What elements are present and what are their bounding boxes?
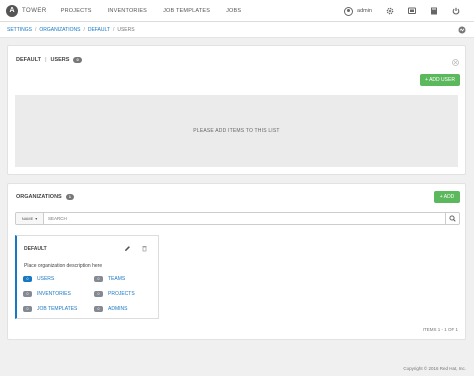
delete-trash-icon[interactable] <box>141 245 148 252</box>
count-badge: 0 <box>23 291 32 297</box>
gear-icon[interactable] <box>386 7 394 15</box>
breadcrumb: SETTINGS / ORGANIZATIONS / DEFAULT / USE… <box>0 22 474 38</box>
add-user-button[interactable]: + ADD USER <box>420 74 460 86</box>
search-icon <box>449 215 456 222</box>
breadcrumb-separator: / <box>35 26 37 33</box>
search-input[interactable] <box>44 213 445 224</box>
title-divider: | <box>44 57 47 63</box>
user-menu[interactable]: admin <box>344 6 372 16</box>
link-label: JOB TEMPLATES <box>37 306 78 312</box>
activity-stream-icon[interactable] <box>458 26 466 34</box>
card-link-admins[interactable]: 0 ADMINS <box>94 306 127 312</box>
search-bar: NAME ▾ <box>15 212 460 225</box>
logo-icon: A <box>6 4 18 17</box>
panel-title: DEFAULT | USERS 0 <box>16 57 82 63</box>
breadcrumb-organizations[interactable]: ORGANIZATIONS <box>39 27 80 33</box>
docs-book-icon[interactable] <box>430 7 438 15</box>
link-label: PROJECTS <box>108 291 135 297</box>
link-label: USERS <box>37 276 55 282</box>
organizations-count-badge: 1 <box>65 194 74 200</box>
count-badge: 0 <box>94 306 103 312</box>
organizations-panel: ORGANIZATIONS 1 + ADD NAME ▾ DEFAULT Pla… <box>7 183 466 340</box>
users-panel: DEFAULT | USERS 0 + ADD USER PLEASE ADD … <box>7 45 466 175</box>
card-link-users[interactable]: 0 USERS <box>23 276 54 282</box>
chevron-down-icon: ▾ <box>35 216 38 221</box>
card-link-projects[interactable]: 0 PROJECTS <box>94 291 135 297</box>
search-field-label: NAME <box>21 216 34 221</box>
logout-icon[interactable] <box>452 7 460 15</box>
card-link-teams[interactable]: 0 TEAMS <box>94 276 125 282</box>
breadcrumb-settings[interactable]: SETTINGS <box>7 27 32 33</box>
close-icon[interactable] <box>452 53 459 66</box>
count-badge: 0 <box>94 276 103 282</box>
footer-copyright: Copyright © 2016 Red Hat, Inc. <box>403 366 466 371</box>
count-badge: 0 <box>23 276 32 282</box>
card-description: Place organization description here <box>24 263 103 269</box>
search-field-select[interactable]: NAME ▾ <box>16 213 44 224</box>
users-count-badge: 0 <box>73 57 82 63</box>
link-label: TEAMS <box>108 276 126 282</box>
portal-icon[interactable] <box>408 7 416 15</box>
card-title: DEFAULT <box>24 246 47 252</box>
link-label: ADMINS <box>108 306 128 312</box>
card-link-job-templates[interactable]: 0 JOB TEMPLATES <box>23 306 77 312</box>
nav-link-jobs[interactable]: JOBS <box>226 8 241 14</box>
top-navbar: A TOWER PROJECTS INVENTORIES JOB TEMPLAT… <box>0 0 474 22</box>
count-badge: 0 <box>94 291 103 297</box>
nav-link-inventories[interactable]: INVENTORIES <box>108 8 147 14</box>
empty-list-message: PLEASE ADD ITEMS TO THIS LIST <box>15 95 458 167</box>
search-button[interactable] <box>445 213 459 224</box>
breadcrumb-separator: / <box>83 26 85 33</box>
organization-card: DEFAULT Place organization description h… <box>15 235 159 319</box>
pagination-items-count: ITEMS 1 - 1 OF 1 <box>422 327 458 332</box>
add-organization-button[interactable]: + ADD <box>434 191 460 203</box>
user-icon <box>344 6 354 16</box>
tower-logo[interactable]: A TOWER <box>6 4 47 17</box>
organizations-label: ORGANIZATIONS <box>16 194 62 200</box>
link-label: INVENTORIES <box>37 291 71 297</box>
edit-pencil-icon[interactable] <box>124 245 131 252</box>
panel-title: ORGANIZATIONS 1 <box>16 194 74 200</box>
nav-link-projects[interactable]: PROJECTS <box>61 8 92 14</box>
breadcrumb-default[interactable]: DEFAULT <box>88 27 110 33</box>
users-label: USERS <box>50 57 70 63</box>
count-badge: 0 <box>23 306 32 312</box>
breadcrumb-separator: / <box>112 26 115 33</box>
nav-link-job-templates[interactable]: JOB TEMPLATES <box>163 8 210 14</box>
username: admin <box>357 8 372 14</box>
org-name: DEFAULT <box>16 57 41 63</box>
brand-name: TOWER <box>22 7 47 14</box>
card-link-inventories[interactable]: 0 INVENTORIES <box>23 291 71 297</box>
breadcrumb-users: USERS <box>117 26 135 33</box>
